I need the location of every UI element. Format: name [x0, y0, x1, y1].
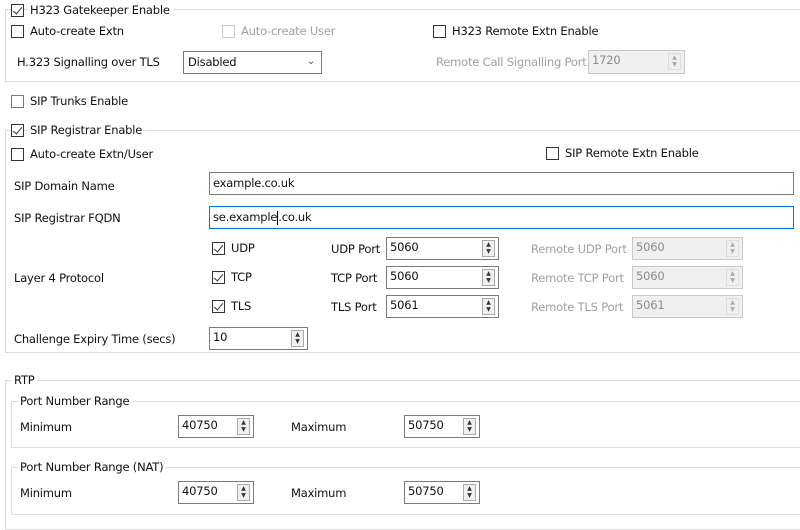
spin-arrows-icon[interactable]: ▲ ▼: [237, 484, 250, 501]
udp-checkbox[interactable]: [212, 242, 225, 255]
tls-label: TLS: [231, 299, 255, 313]
signalling-tls-value: Disabled: [188, 55, 237, 69]
port-range-nat-max-label: Maximum: [291, 486, 350, 500]
tcp-port-label: TCP Port: [331, 271, 381, 285]
remote-tls-port-label: Remote TLS Port: [531, 300, 627, 314]
sip-registrar-checkbox[interactable]: [11, 124, 24, 137]
rtp-title: RTP: [12, 373, 38, 387]
auto-create-extn-user-checkbox[interactable]: [11, 148, 24, 161]
tcp-checkbox[interactable]: [212, 271, 225, 284]
sip-fqdn-label: SIP Registrar FQDN: [14, 211, 124, 225]
udp-port-label: UDP Port: [331, 242, 384, 256]
spin-arrows-icon[interactable]: ▲ ▼: [482, 298, 495, 315]
auto-create-extn-label: Auto-create Extn: [30, 24, 127, 38]
challenge-expiry-label: Challenge Expiry Time (secs): [14, 332, 179, 346]
spin-arrows-icon: ▲ ▼: [726, 269, 739, 286]
auto-create-extn-checkbox[interactable]: [11, 25, 24, 38]
udp-port-value: 5060: [390, 240, 419, 254]
challenge-expiry-value: 10: [213, 330, 228, 344]
port-range-nat-min-value: 40750: [182, 484, 218, 498]
signalling-tls-select[interactable]: Disabled ⌄: [183, 51, 322, 74]
tls-port-value: 5061: [390, 298, 419, 312]
port-range-nat-title: Port Number Range (NAT): [18, 460, 167, 474]
spin-arrows-icon: ▲ ▼: [726, 240, 739, 257]
remote-tls-port-spinner: 5061 ▲ ▼: [632, 295, 743, 318]
sip-fqdn-value-start: se.example: [213, 210, 278, 224]
tcp-label: TCP: [231, 270, 255, 284]
tcp-port-spinner[interactable]: 5060 ▲ ▼: [386, 266, 499, 289]
port-range-max-value: 50750: [408, 418, 444, 432]
signalling-tls-label: H.323 Signalling over TLS: [17, 55, 163, 69]
port-range-min-spinner[interactable]: 40750 ▲ ▼: [178, 415, 254, 438]
auto-create-user-label: Auto-create User: [241, 24, 339, 38]
remote-tcp-port-value: 5060: [636, 269, 665, 283]
sip-domain-value: example.co.uk: [213, 176, 295, 190]
sip-remote-extn-label: SIP Remote Extn Enable: [565, 146, 702, 160]
spin-arrows-icon[interactable]: ▲ ▼: [463, 484, 476, 501]
port-range-nat-min-spinner[interactable]: 40750 ▲ ▼: [178, 481, 254, 504]
remote-tls-port-value: 5061: [636, 298, 665, 312]
spin-arrows-icon: ▲ ▼: [726, 298, 739, 315]
remote-call-port-label: Remote Call Signalling Port: [436, 55, 590, 69]
challenge-expiry-spinner[interactable]: 10 ▲ ▼: [209, 327, 308, 350]
layer4-protocol-label: Layer 4 Protocol: [14, 271, 107, 285]
sip-fqdn-value-end: .co.uk: [278, 210, 312, 224]
auto-create-extn-user-label: Auto-create Extn/User: [30, 147, 156, 161]
h323-remote-extn-label: H323 Remote Extn Enable: [452, 24, 602, 38]
sip-domain-label: SIP Domain Name: [14, 179, 118, 193]
tcp-port-value: 5060: [390, 269, 419, 283]
port-range-min-label: Minimum: [20, 420, 75, 434]
chevron-down-icon: ⌄: [306, 56, 315, 67]
h323-gatekeeper-checkbox[interactable]: [11, 4, 24, 17]
h323-gatekeeper-label: H323 Gatekeeper Enable: [28, 3, 173, 17]
port-range-min-value: 40750: [182, 418, 218, 432]
port-range-max-label: Maximum: [291, 420, 350, 434]
spin-arrows-icon[interactable]: ▲ ▼: [482, 269, 495, 286]
remote-udp-port-spinner: 5060 ▲ ▼: [632, 237, 743, 260]
remote-call-port-value: 1720: [592, 53, 621, 67]
remote-tcp-port-label: Remote TCP Port: [531, 271, 627, 285]
remote-call-port-spinner: 1720 ▲ ▼: [588, 50, 685, 74]
port-range-nat-min-label: Minimum: [20, 486, 75, 500]
udp-label: UDP: [231, 241, 258, 255]
remote-udp-port-value: 5060: [636, 240, 665, 254]
remote-udp-port-label: Remote UDP Port: [531, 242, 630, 256]
h323-remote-extn-checkbox[interactable]: [433, 25, 446, 38]
port-range-nat-max-spinner[interactable]: 50750 ▲ ▼: [404, 481, 480, 504]
tls-port-label: TLS Port: [331, 300, 380, 314]
remote-tcp-port-spinner: 5060 ▲ ▼: [632, 266, 743, 289]
sip-fqdn-input[interactable]: se.example.co.uk: [209, 206, 794, 229]
spin-arrows-icon[interactable]: ▲ ▼: [463, 418, 476, 435]
spin-arrows-icon[interactable]: ▲ ▼: [482, 240, 495, 257]
sip-registrar-label: SIP Registrar Enable: [28, 123, 146, 137]
spin-arrows-icon[interactable]: ▲ ▼: [291, 330, 304, 347]
spin-arrows-icon: ▲ ▼: [668, 53, 681, 70]
udp-port-spinner[interactable]: 5060 ▲ ▼: [386, 237, 499, 260]
sip-domain-input[interactable]: example.co.uk: [209, 172, 794, 195]
auto-create-user-checkbox: [222, 25, 235, 38]
sip-trunks-checkbox[interactable]: [11, 95, 24, 108]
spin-arrows-icon[interactable]: ▲ ▼: [237, 418, 250, 435]
port-range-max-spinner[interactable]: 50750 ▲ ▼: [404, 415, 480, 438]
sip-trunks-label: SIP Trunks Enable: [30, 94, 131, 108]
port-range-title: Port Number Range: [18, 394, 133, 408]
sip-remote-extn-checkbox[interactable]: [546, 147, 559, 160]
tls-checkbox[interactable]: [212, 300, 225, 313]
port-range-nat-max-value: 50750: [408, 484, 444, 498]
tls-port-spinner[interactable]: 5061 ▲ ▼: [386, 295, 499, 318]
